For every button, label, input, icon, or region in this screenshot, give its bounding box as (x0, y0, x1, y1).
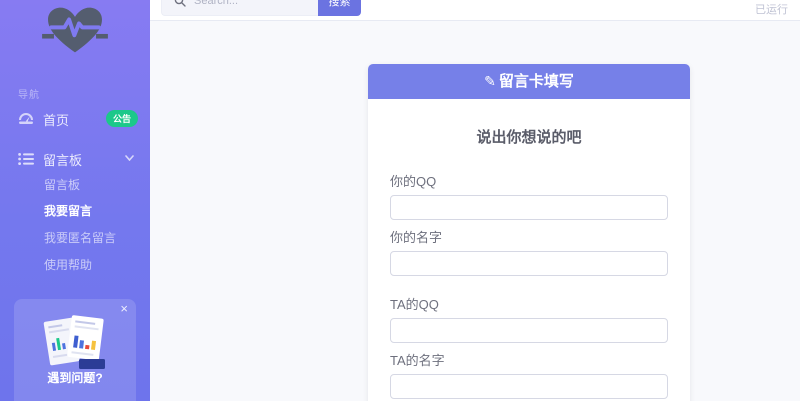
card-subtitle: 说出你想说的吧 (390, 126, 668, 147)
card-body: 说出你想说的吧 你的QQ 你的名字 TA的QQ TA的名字 (368, 126, 690, 401)
sidebar-item-home[interactable]: 首页 公告 (0, 106, 150, 132)
submenu-item-anonymous-message[interactable]: 我要匿名留言 (44, 229, 116, 246)
search-button[interactable]: 搜索 (318, 0, 361, 16)
list-icon (18, 152, 34, 166)
card-title: 留言卡填写 (499, 73, 574, 90)
documents-illustration (35, 313, 115, 371)
main-content: ✎留言卡填写 说出你想说的吧 你的QQ 你的名字 TA的QQ TA的名字 (150, 21, 800, 401)
chevron-down-icon (125, 155, 134, 161)
sidebar-item-message-board[interactable]: 留言板 (0, 146, 150, 172)
sidebar-help-card: × (14, 299, 136, 401)
topbar-status-text: 已运行 (755, 1, 788, 17)
announcement-badge: 公告 (106, 110, 138, 127)
brand-logo[interactable] (0, 5, 150, 60)
sidebar-item-label: 首页 (43, 110, 69, 129)
your-name-label: 你的名字 (390, 227, 668, 246)
close-icon[interactable]: × (120, 302, 128, 315)
search-input-wrap (161, 0, 318, 16)
app-window: 导航 首页 公告 留言板 留言板 我要留言 我要匿名留言 使用帮助 (0, 0, 800, 401)
ta-name-label: TA的名字 (390, 350, 668, 369)
search-bar: 搜索 (161, 0, 361, 16)
your-qq-input[interactable] (390, 195, 668, 220)
submenu-item-leave-message[interactable]: 我要留言 (44, 202, 92, 219)
sidebar: 导航 首页 公告 留言板 留言板 我要留言 我要匿名留言 使用帮助 (0, 0, 150, 401)
form-group-your-qq: 你的QQ (390, 171, 668, 220)
form-group-ta-name: TA的名字 (390, 350, 668, 399)
ta-name-input[interactable] (390, 374, 668, 399)
search-icon (174, 0, 186, 7)
your-name-input[interactable] (390, 251, 668, 276)
tachometer-icon (18, 112, 34, 126)
heartbeat-icon (42, 5, 108, 55)
form-group-ta-qq: TA的QQ (390, 294, 668, 343)
submenu-item-help[interactable]: 使用帮助 (44, 256, 92, 273)
submenu-item-message-board[interactable]: 留言板 (44, 176, 80, 193)
card-header: ✎留言卡填写 (368, 64, 690, 99)
pencil-icon: ✎ (484, 73, 496, 89)
ta-qq-input[interactable] (390, 318, 668, 343)
sidebar-item-label: 留言板 (43, 150, 82, 169)
nav-section-label: 导航 (18, 86, 40, 101)
message-card-form: ✎留言卡填写 说出你想说的吧 你的QQ 你的名字 TA的QQ TA的名字 (368, 64, 690, 401)
search-input[interactable] (194, 0, 304, 7)
help-card-title: 遇到问题? (14, 369, 136, 386)
your-qq-label: 你的QQ (390, 171, 668, 190)
ta-qq-label: TA的QQ (390, 294, 668, 313)
topbar: 搜索 已运行 (150, 0, 800, 21)
form-group-your-name: 你的名字 (390, 227, 668, 276)
